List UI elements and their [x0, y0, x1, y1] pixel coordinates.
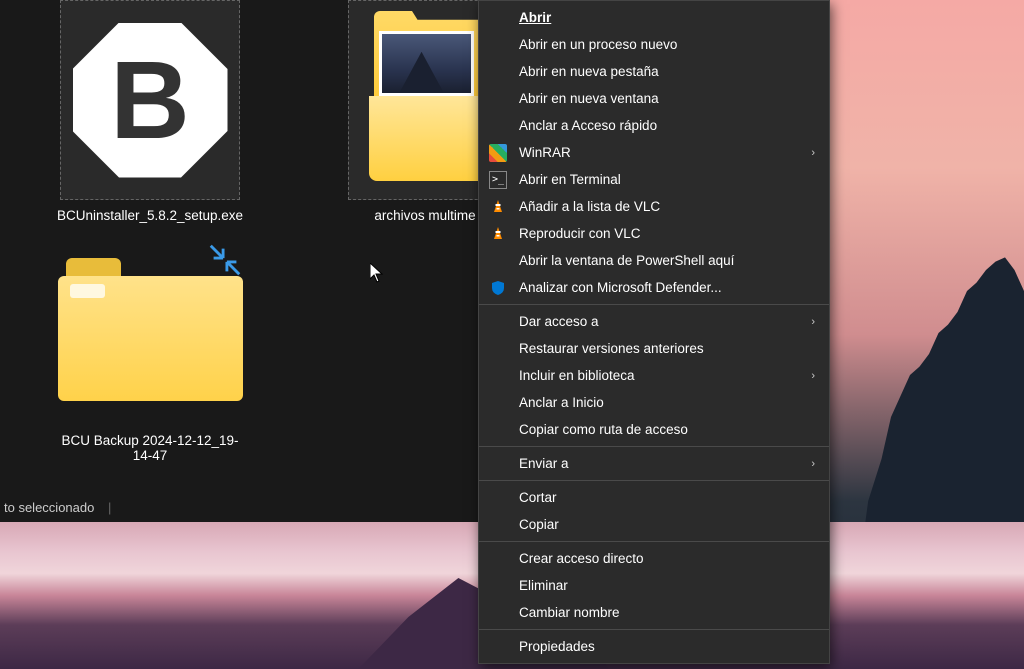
menu-item-anclar-inicio[interactable]: Anclar a Inicio — [479, 389, 829, 416]
menu-separator — [479, 541, 829, 542]
menu-separator — [479, 304, 829, 305]
menu-item-cambiar-nombre[interactable]: Cambiar nombre — [479, 599, 829, 626]
menu-item-abrir-terminal[interactable]: >_ Abrir en Terminal — [479, 166, 829, 193]
mouse-cursor-icon — [370, 263, 384, 288]
status-divider: | — [108, 500, 111, 515]
file-label: BCUninstaller_5.8.2_setup.exe — [57, 208, 243, 223]
menu-separator — [479, 480, 829, 481]
menu-item-enviar-a[interactable]: Enviar a › — [479, 450, 829, 477]
submenu-arrow-icon: › — [811, 458, 815, 470]
folder-label: archivos multime — [374, 208, 475, 223]
menu-separator — [479, 629, 829, 630]
submenu-arrow-icon: › — [811, 316, 815, 328]
menu-item-powershell[interactable]: Abrir la ventana de PowerShell aquí — [479, 247, 829, 274]
octagon-icon: B — [73, 23, 228, 178]
menu-item-abrir[interactable]: Abrir — [479, 4, 829, 31]
menu-item-anclar-acceso-rapido[interactable]: Anclar a Acceso rápido — [479, 112, 829, 139]
terminal-icon: >_ — [489, 171, 507, 189]
submenu-arrow-icon: › — [811, 147, 815, 159]
folder-item-backup[interactable]: BCU Backup 2024-12-12_19-14-47 — [60, 235, 240, 463]
menu-item-anadir-vlc[interactable]: Añadir a la lista de VLC — [479, 193, 829, 220]
file-item-bcuninstaller[interactable]: B BCUninstaller_5.8.2_setup.exe — [60, 0, 240, 223]
context-menu: Abrir Abrir en un proceso nuevo Abrir en… — [478, 0, 830, 664]
vlc-icon — [489, 225, 507, 243]
menu-item-restaurar-versiones[interactable]: Restaurar versiones anteriores — [479, 335, 829, 362]
menu-item-crear-acceso-directo[interactable]: Crear acceso directo — [479, 545, 829, 572]
menu-item-abrir-nueva-pestana[interactable]: Abrir en nueva pestaña — [479, 58, 829, 85]
submenu-arrow-icon: › — [811, 370, 815, 382]
status-bar: to seleccionado | — [0, 496, 115, 519]
menu-item-dar-acceso[interactable]: Dar acceso a › — [479, 308, 829, 335]
menu-item-incluir-biblioteca[interactable]: Incluir en biblioteca › — [479, 362, 829, 389]
menu-item-abrir-nueva-ventana[interactable]: Abrir en nueva ventana — [479, 85, 829, 112]
folder-thumbnail-image — [379, 31, 474, 96]
menu-item-copiar[interactable]: Copiar — [479, 511, 829, 538]
defender-shield-icon — [489, 279, 507, 297]
menu-item-copiar-ruta[interactable]: Copiar como ruta de acceso — [479, 416, 829, 443]
bcu-icon-selected: B — [60, 0, 240, 200]
menu-item-winrar[interactable]: WinRAR › — [479, 139, 829, 166]
menu-item-eliminar[interactable]: Eliminar — [479, 572, 829, 599]
menu-item-reproducir-vlc[interactable]: Reproducir con VLC — [479, 220, 829, 247]
winrar-icon — [489, 144, 507, 162]
folder-label: BCU Backup 2024-12-12_19-14-47 — [60, 433, 240, 463]
menu-item-cortar[interactable]: Cortar — [479, 484, 829, 511]
menu-item-analizar-defender[interactable]: Analizar con Microsoft Defender... — [479, 274, 829, 301]
menu-item-abrir-proceso-nuevo[interactable]: Abrir en un proceso nuevo — [479, 31, 829, 58]
status-selected-text: to seleccionado — [4, 500, 94, 515]
folder-inner-paper — [70, 284, 105, 298]
folder-icon-yellow — [50, 235, 250, 425]
menu-separator — [479, 446, 829, 447]
folder-front — [369, 96, 489, 181]
vlc-icon — [489, 198, 507, 216]
menu-item-propiedades[interactable]: Propiedades — [479, 633, 829, 660]
bcu-letter-b: B — [110, 37, 189, 164]
